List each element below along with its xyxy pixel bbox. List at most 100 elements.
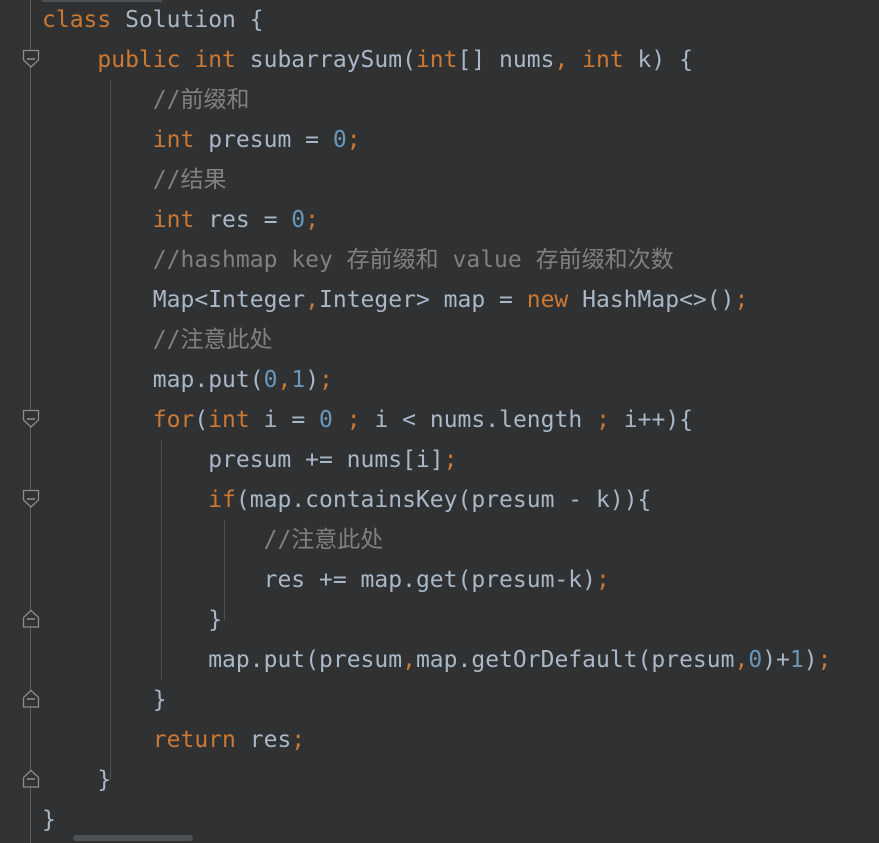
code-token: = [249, 207, 292, 233]
code-token: presum [208, 447, 292, 473]
code-line-declare-map[interactable]: Map<Integer,Integer> map = new HashMap<>… [153, 280, 749, 320]
code-token: res [249, 727, 292, 753]
code-token: ( [235, 487, 250, 513]
code-token: int [208, 407, 250, 433]
fold-collapse-icon [22, 489, 40, 508]
code-line-accumulate-res[interactable]: res += map.get(presum-k); [264, 560, 610, 600]
code-token: } [42, 807, 56, 833]
code-line-map-put-update[interactable]: map.put(presum,map.getOrDefault(presum,0… [208, 640, 831, 680]
code-token: ( [305, 647, 319, 673]
code-line-close-for[interactable]: } [153, 680, 167, 720]
code-line-map-put-init[interactable]: map.put(0,1); [153, 360, 333, 400]
code-token: - [554, 487, 596, 513]
code-token: map [249, 487, 292, 513]
code-line-comment-hashmap[interactable]: //hashmap key 存前缀和 value 存前缀和次数 [153, 240, 674, 280]
code-line-declare-res[interactable]: int res = 0; [153, 200, 319, 240]
code-token: presum [208, 127, 292, 153]
code-token: //前缀和 [152, 87, 250, 113]
fold-marker-for-loop[interactable] [20, 408, 42, 430]
code-line-declare-presum[interactable]: int presum = 0; [153, 120, 361, 160]
code-token: ] [429, 447, 444, 473]
indent-guide-level-2 [161, 440, 162, 680]
code-token: = [485, 287, 527, 313]
code-token: . [249, 647, 264, 673]
code-token: < [388, 407, 430, 433]
code-token: public [97, 47, 181, 73]
code-token: } [208, 607, 223, 633]
code-token: int [194, 47, 236, 73]
code-token: ; [346, 407, 361, 433]
code-token: Map [152, 287, 195, 313]
fold-marker-if-block[interactable] [20, 488, 42, 510]
code-token: , [277, 367, 292, 393]
code-token: } [152, 687, 167, 713]
code-token: 0 [748, 647, 763, 673]
code-token: . [291, 487, 306, 513]
code-token: , [402, 647, 416, 673]
code-token: += [291, 447, 347, 473]
code-token: ; [734, 287, 749, 313]
code-token: [] [457, 47, 500, 73]
fold-marker-method-end[interactable] [20, 768, 42, 790]
code-token: containsKey [305, 487, 458, 513]
indent-guide-level-3 [224, 520, 225, 620]
code-token: } [97, 767, 112, 793]
code-token: return [152, 727, 236, 753]
code-token: i [374, 407, 389, 433]
code-line-method-decl[interactable]: public int subarraySum(int[] nums, int k… [97, 40, 693, 80]
code-token: int [152, 207, 195, 233]
code-token: ; [595, 567, 610, 593]
code-line-close-method[interactable]: } [97, 760, 111, 800]
code-line-for-loop[interactable]: for(int i = 0 ; i < nums.length ; i++){ [153, 400, 693, 440]
fold-marker-if-end[interactable] [20, 608, 42, 630]
code-token: . [457, 647, 472, 673]
code-token: ; [319, 367, 333, 393]
code-token: //注意此处 [263, 527, 384, 553]
code-line-accumulate-presum[interactable]: presum += nums[i]; [208, 440, 457, 480]
code-token: presum-k [471, 567, 583, 593]
code-token: //结果 [152, 167, 227, 193]
code-token: class [42, 7, 112, 33]
horizontal-scrollbar-track[interactable] [31, 833, 879, 843]
code-line-close-if[interactable]: } [208, 600, 222, 640]
code-token: map [415, 647, 458, 673]
fold-marker-for-end[interactable] [20, 688, 42, 710]
indent-guide-level-1 [110, 80, 111, 780]
code-token: get [415, 567, 458, 593]
code-token: presum [471, 487, 555, 513]
code-token: presum [651, 647, 735, 673]
code-line-class-decl[interactable]: class Solution { [42, 0, 264, 40]
code-line-if-contains-key[interactable]: if(map.containsKey(presum - k)){ [208, 480, 651, 520]
code-line-return[interactable]: return res; [153, 720, 305, 760]
code-token: ; [596, 407, 610, 433]
code-token: nums [429, 407, 486, 433]
code-token: HashMap [582, 287, 680, 313]
code-line-comment-note-1[interactable]: //注意此处 [153, 320, 273, 360]
horizontal-scrollbar-thumb[interactable] [73, 835, 193, 841]
code-line-comment-result[interactable]: //结果 [153, 160, 227, 200]
code-token: map [208, 647, 250, 673]
code-token: , [734, 647, 749, 673]
code-token: //hashmap key 存前缀和 value 存前缀和次数 [152, 247, 674, 273]
code-token: 0 [291, 207, 306, 233]
code-token: , [554, 47, 569, 73]
code-token: 0 [332, 127, 347, 153]
code-token: ( [457, 567, 472, 593]
code-token: Integer [208, 287, 306, 313]
code-token: k [595, 487, 610, 513]
code-editor[interactable]: class Solution {public int subarraySum(i… [0, 0, 879, 843]
fold-marker-method[interactable] [20, 48, 42, 70]
code-token: ) { [651, 47, 693, 73]
code-token: )+ [762, 647, 790, 673]
code-line-comment-note-2[interactable]: //注意此处 [264, 520, 384, 560]
code-token: map [443, 287, 486, 313]
code-line-comment-prefix-sum[interactable]: //前缀和 [153, 80, 250, 120]
code-token: ; [817, 647, 832, 673]
